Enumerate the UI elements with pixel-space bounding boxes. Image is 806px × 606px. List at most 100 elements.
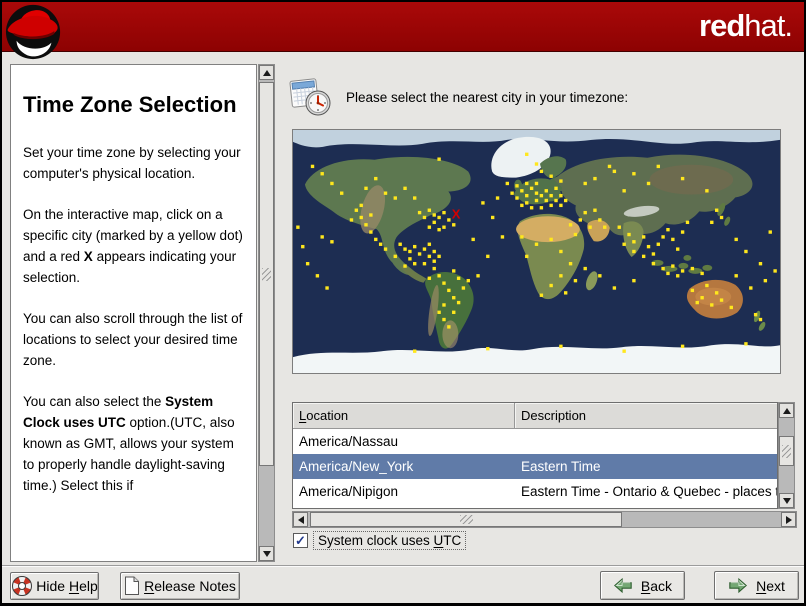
city-dot[interactable] [651,262,656,266]
city-dot[interactable] [525,201,529,205]
city-dot[interactable] [452,269,456,273]
city-dot[interactable] [437,274,441,278]
city-dot[interactable] [554,186,558,191]
city-dot[interactable] [456,300,461,305]
city-dot[interactable] [417,210,422,215]
city-dot[interactable] [734,274,738,278]
city-dot[interactable] [325,286,329,290]
city-dot[interactable] [500,235,505,239]
city-dot[interactable] [447,218,451,222]
city-dot[interactable] [719,298,724,302]
city-dot[interactable] [515,184,519,188]
city-dot[interactable] [749,286,753,290]
city-dot[interactable] [486,254,490,259]
scroll-up-button[interactable] [259,65,274,80]
city-dot[interactable] [442,210,446,215]
city-dot[interactable] [422,262,427,266]
city-dot[interactable] [680,344,685,349]
city-dot[interactable] [568,262,573,266]
city-dot[interactable] [427,225,432,229]
city-dot[interactable] [622,242,626,246]
city-dot[interactable] [442,303,446,307]
city-dot[interactable] [349,218,354,222]
city-dot[interactable] [437,157,441,161]
city-dot[interactable] [315,274,320,278]
city-dot[interactable] [534,242,539,246]
city-dot[interactable] [359,203,363,208]
city-dot[interactable] [525,152,529,156]
city-dot[interactable] [676,247,680,251]
city-dot[interactable] [559,203,563,208]
city-dot[interactable] [408,257,412,261]
city-dot[interactable] [680,176,685,181]
city-dot[interactable] [700,271,704,276]
city-dot[interactable] [481,201,485,205]
city-dot[interactable] [607,164,612,169]
column-header-location[interactable]: Location [293,403,515,429]
scroll-left-button[interactable] [293,512,308,527]
hide-help-button[interactable]: Hide Help [10,572,99,600]
city-dot[interactable] [432,266,436,271]
city-dot[interactable] [359,215,363,220]
city-dot[interactable] [305,262,310,266]
city-dot[interactable] [422,247,427,251]
city-dot[interactable] [598,274,602,278]
city-dot[interactable] [529,206,534,210]
city-dot[interactable] [773,269,777,273]
city-dot[interactable] [549,174,553,178]
city-dot[interactable] [456,276,461,280]
city-dot[interactable] [413,244,417,249]
city-dot[interactable] [700,296,704,300]
back-button[interactable]: Back [600,571,685,600]
city-dot[interactable] [568,223,573,227]
city-dot[interactable] [758,317,763,322]
release-notes-button[interactable]: Release Notes [120,572,240,600]
city-dot[interactable] [442,281,446,285]
city-dot[interactable] [374,237,378,242]
city-dot[interactable] [671,264,675,268]
city-dot[interactable] [603,225,607,229]
city-dot[interactable] [729,305,733,310]
city-dot[interactable] [383,191,388,195]
city-dot[interactable] [452,223,456,227]
city-dot[interactable] [641,254,646,259]
city-dot[interactable] [354,208,359,212]
city-dot[interactable] [632,240,636,244]
city-dot[interactable] [520,235,524,239]
city-dot[interactable] [685,220,690,225]
city-dot[interactable] [593,176,597,181]
city-dot[interactable] [383,247,388,251]
city-dot[interactable] [593,208,597,212]
city-dot[interactable] [744,342,748,346]
city-dot[interactable] [427,254,432,259]
city-dot[interactable] [408,249,412,254]
city-dot[interactable] [403,264,407,268]
city-dot[interactable] [563,291,568,295]
scroll-right-button[interactable] [781,512,796,527]
city-dot[interactable] [520,189,524,193]
city-dot[interactable] [695,300,699,305]
city-dot[interactable] [432,213,436,217]
city-dot[interactable] [671,237,675,242]
city-dot[interactable] [539,206,544,210]
city-dot[interactable] [340,191,344,195]
city-dot[interactable] [393,254,397,259]
city-dot[interactable] [393,196,397,200]
city-dot[interactable] [641,235,646,239]
city-dot[interactable] [427,242,432,246]
city-dot[interactable] [578,218,583,222]
city-dot[interactable] [534,181,539,186]
city-dot[interactable] [554,198,558,203]
city-dot[interactable] [452,296,456,300]
city-dot[interactable] [549,283,553,288]
city-dot[interactable] [539,293,544,297]
city-dot[interactable] [583,266,587,271]
world-map[interactable]: X [292,129,781,374]
city-dot[interactable] [510,191,514,195]
city-dot[interactable] [422,215,427,220]
city-dot[interactable] [588,225,592,229]
city-dot[interactable] [442,317,446,322]
city-dot[interactable] [515,196,519,200]
scrollbar-thumb[interactable] [310,512,622,527]
city-dot[interactable] [544,189,548,193]
